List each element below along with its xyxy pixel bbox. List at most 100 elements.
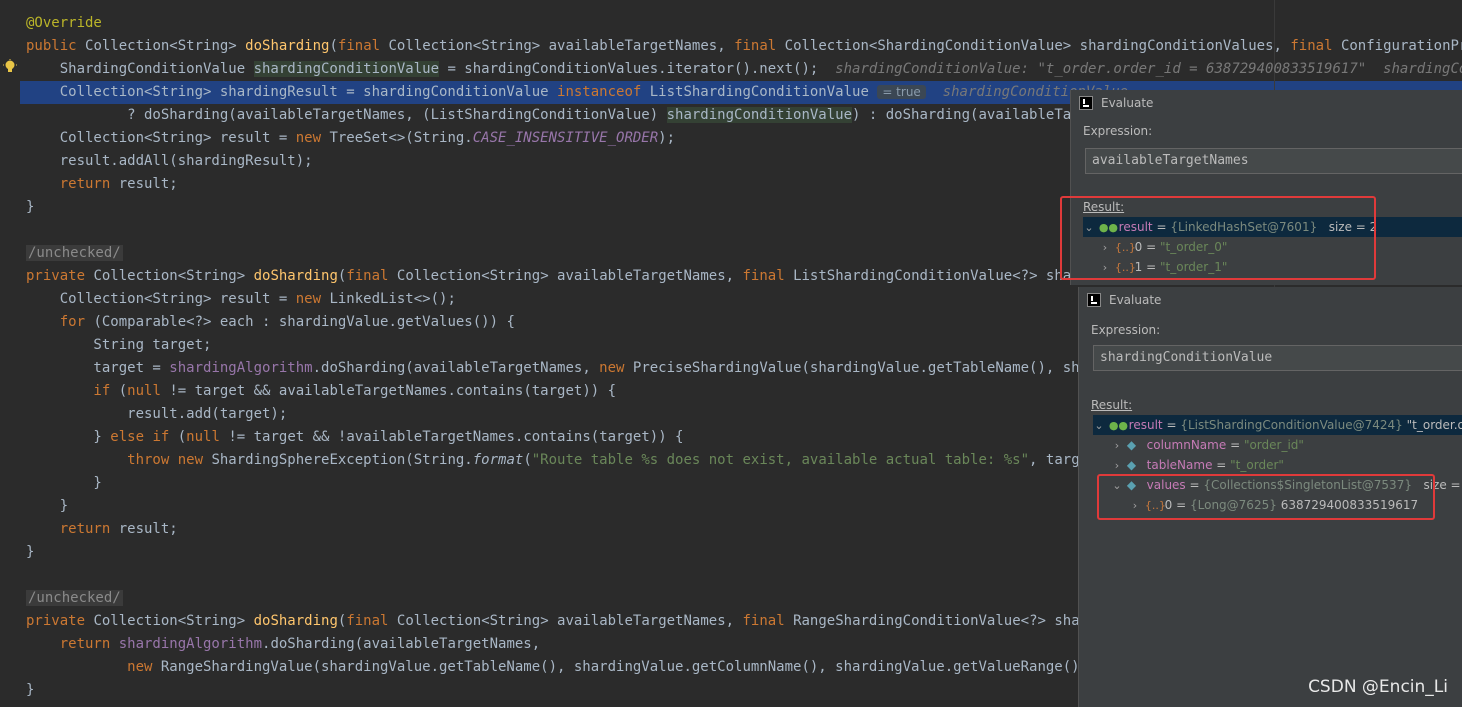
code-token: Collection<String> (85, 38, 246, 54)
code-token: result; (118, 176, 178, 192)
code-token: final (1290, 38, 1341, 54)
code-token: .doSharding(availableTargetNames, (262, 636, 541, 652)
highlight-box-result-1 (1060, 196, 1376, 280)
code-token: final (742, 613, 794, 629)
code-token: } (26, 429, 111, 445)
code-token: shardingConditionValue: "t_order.order_i… (835, 61, 1462, 77)
code-line[interactable]: Collection<String> result = new LinkedLi… (26, 288, 456, 311)
code-token: new (295, 291, 330, 307)
code-line[interactable]: String target; (26, 334, 211, 357)
code-token: if (26, 383, 119, 399)
lightbulb-icon[interactable] (2, 59, 18, 75)
code-token: @Override (26, 15, 102, 31)
code-line[interactable]: Collection<String> shardingResult = shar… (26, 81, 1128, 104)
tree-node-table-name[interactable]: › ◆ tableName = "t_order" (1093, 455, 1462, 475)
code-line[interactable]: return shardingAlgorithm.doSharding(avai… (26, 633, 540, 656)
code-token: CASE_INSENSITIVE_ORDER (472, 130, 659, 146)
code-token: new (26, 659, 161, 675)
code-line[interactable]: if (null != target && availableTargetNam… (26, 380, 616, 403)
code-token: ShardingSphereException(String. (211, 452, 473, 468)
chevron-right-icon[interactable]: › (1111, 436, 1123, 456)
expression-input[interactable]: availableTargetNames (1085, 148, 1462, 174)
code-line[interactable]: ? doSharding(availableTargetNames, (List… (26, 104, 1130, 127)
tree-node-result[interactable]: ⌄ ●● result = {ListShardingConditionValu… (1093, 415, 1462, 435)
code-token: return (26, 521, 119, 537)
code-token: public (26, 38, 86, 54)
expression-label: Expression: (1083, 124, 1153, 138)
code-token: shardingConditionValue (253, 61, 440, 77)
code-token: ( (329, 38, 338, 54)
expression-input[interactable]: shardingConditionValue (1093, 345, 1462, 371)
code-line[interactable]: } else if (null != target && !availableT… (26, 426, 683, 449)
code-line[interactable]: result.add(target); (26, 403, 287, 426)
code-token: result.addAll(shardingResult); (26, 153, 313, 169)
code-token: Collection<ShardingConditionValue> shard… (784, 38, 1291, 54)
code-token: Collection<String> (93, 613, 254, 629)
code-token: } (26, 682, 35, 698)
code-token: Collection<String> result = (26, 291, 296, 307)
code-line[interactable]: for (Comparable<?> each : shardingValue.… (26, 311, 515, 334)
code-token: ); (658, 130, 676, 146)
code-line[interactable]: ShardingConditionValue shardingCondition… (26, 58, 1462, 81)
code-token: ListShardingConditionValue (649, 84, 878, 100)
code-line[interactable]: new RangeShardingValue(shardingValue.get… (26, 656, 1105, 679)
code-line[interactable]: /unchecked/ (26, 587, 123, 610)
code-line[interactable]: public Collection<String> doSharding(fin… (26, 35, 1462, 58)
code-token: ( (177, 429, 187, 445)
code-token: (Comparable<?> each : shardingValue.getV… (93, 314, 515, 330)
code-token: ( (118, 383, 128, 399)
code-token: } (26, 199, 35, 215)
code-line[interactable]: /unchecked/ (26, 242, 123, 265)
code-line[interactable]: } (26, 679, 34, 702)
intellij-icon (1079, 96, 1093, 110)
code-line[interactable]: return result; (26, 173, 178, 196)
code-line[interactable]: throw new ShardingSphereException(String… (26, 449, 1130, 472)
code-token: final (337, 38, 389, 54)
tree-node-column-name[interactable]: › ◆ columnName = "order_id" (1093, 435, 1462, 455)
code-line[interactable]: } (26, 196, 34, 219)
code-token: else if (110, 429, 178, 445)
watch-glasses-icon: ●● (1108, 419, 1129, 432)
editor-gutter[interactable] (0, 0, 20, 707)
code-token: } (26, 475, 102, 491)
watermark: CSDN @Encin_Li (1308, 677, 1448, 697)
code-token: LinkedList<>(); (329, 291, 456, 307)
chevron-down-icon[interactable]: ⌄ (1093, 416, 1105, 436)
evaluate-title: Evaluate (1101, 96, 1154, 110)
code-token: doSharding (253, 268, 338, 284)
code-token: Collection<String> availableTargetNames, (396, 613, 743, 629)
code-token: = true (877, 85, 926, 99)
code-line[interactable]: } (26, 495, 68, 518)
code-token: /unchecked/ (26, 245, 123, 261)
field-tag-icon: ◆ (1126, 458, 1137, 472)
code-token: shardingAlgorithm (118, 636, 263, 652)
code-token: Collection<String> availableTargetNames, (396, 268, 743, 284)
code-token: doSharding (245, 38, 330, 54)
code-token: ConfigurationProperties (1340, 38, 1462, 54)
code-token: .doSharding(availableTargetNames, (312, 360, 600, 376)
code-token: Collection<String> availableTargetNames, (388, 38, 735, 54)
code-token: RangeShardingValue(shardingValue.getTabl… (160, 659, 1105, 675)
code-line[interactable]: Collection<String> result = new TreeSet<… (26, 127, 675, 150)
code-token: new (599, 360, 633, 376)
code-line[interactable]: @Override (26, 12, 102, 35)
code-token: result.add(target); (26, 406, 288, 422)
code-line[interactable]: private Collection<String> doSharding(fi… (26, 610, 1130, 633)
code-token: TreeSet<>(String. (329, 130, 473, 146)
code-token: final (346, 268, 397, 284)
field-tag-icon: ◆ (1126, 438, 1137, 452)
code-token: new (295, 130, 330, 146)
code-token: return (26, 176, 119, 192)
code-line[interactable]: private Collection<String> doSharding(fi… (26, 265, 1130, 288)
chevron-right-icon[interactable]: › (1111, 456, 1123, 476)
intellij-icon (1087, 293, 1101, 307)
code-line[interactable]: } (26, 472, 102, 495)
code-line[interactable]: result.addAll(shardingResult); (26, 150, 313, 173)
code-token: return (26, 636, 119, 652)
code-line[interactable]: target = shardingAlgorithm.doSharding(av… (26, 357, 1121, 380)
code-token: Collection<String> shardingResult = shar… (26, 84, 558, 100)
code-token: target = (26, 360, 170, 376)
code-line[interactable]: return result; (26, 518, 178, 541)
code-line[interactable]: } (26, 541, 34, 564)
